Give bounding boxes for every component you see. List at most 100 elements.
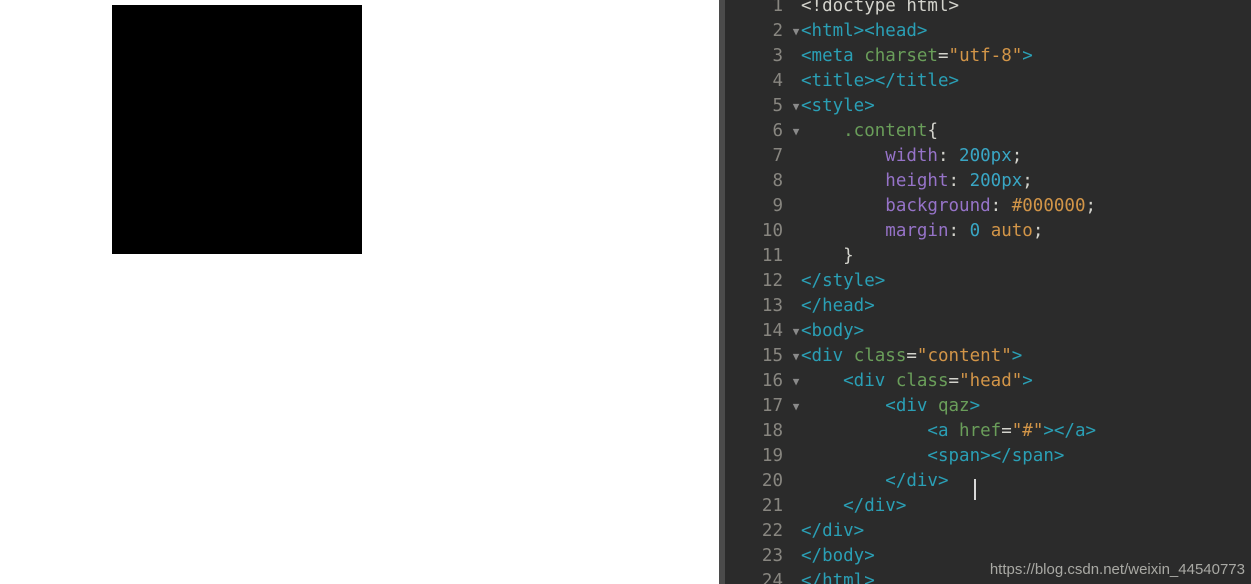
code-token: </style> bbox=[801, 271, 886, 291]
code-line[interactable]: <a href="#"></a> bbox=[801, 419, 1096, 444]
code-line[interactable]: <body> bbox=[801, 319, 864, 344]
code-token: = bbox=[906, 346, 917, 366]
code-token: "utf-8" bbox=[948, 46, 1023, 66]
code-token: ; bbox=[1022, 171, 1033, 191]
code-line[interactable]: </head> bbox=[801, 294, 875, 319]
code-line[interactable]: </style> bbox=[801, 269, 885, 294]
code-token: ; bbox=[1011, 146, 1023, 166]
code-token: margin bbox=[801, 221, 949, 241]
code-token: "content" bbox=[916, 346, 1012, 366]
code-line[interactable]: width: 200px; bbox=[801, 144, 1022, 169]
code-token: 200px bbox=[959, 146, 1012, 166]
code-token: </div> bbox=[801, 521, 865, 541]
code-line[interactable]: <style> bbox=[801, 94, 875, 119]
code-token: = bbox=[1001, 421, 1012, 441]
line-number: 7 bbox=[772, 146, 783, 166]
code-token: 0 bbox=[969, 221, 981, 241]
code-line[interactable]: <div class="head"> bbox=[801, 369, 1033, 394]
code-token: class bbox=[895, 371, 949, 391]
code-line[interactable]: background: #000000; bbox=[801, 194, 1096, 219]
editor-gutter: 1 2 ▼ 3 4 5 ▼ 6 ▼ 7 8 9 10 11 12 13 14 ▼ 15 ▼ 16 ▼ 17 ▼ 18 19 20 21… bbox=[725, 0, 801, 584]
line-number: 20 bbox=[761, 471, 783, 491]
code-token: <title></title> bbox=[801, 71, 960, 91]
line-number: 24 bbox=[761, 571, 783, 584]
line-number: 1 bbox=[772, 0, 783, 16]
line-number: 23 bbox=[761, 546, 783, 566]
line-number: 3 bbox=[772, 46, 783, 66]
code-line[interactable]: <div class="content"> bbox=[801, 344, 1022, 369]
code-token: > bbox=[1011, 346, 1023, 366]
code-line[interactable]: </div> bbox=[801, 519, 864, 544]
code-line[interactable]: <span></span> bbox=[801, 444, 1064, 469]
code-token: = bbox=[948, 371, 960, 391]
code-token: "#" bbox=[1011, 421, 1044, 441]
line-number: 21 bbox=[761, 496, 783, 516]
code-line[interactable]: margin: 0 auto; bbox=[801, 219, 1043, 244]
code-token: <div bbox=[801, 346, 854, 366]
code-content[interactable]: <!doctype html> <html><head> <meta charset… bbox=[801, 0, 1251, 584]
code-line[interactable]: } bbox=[801, 244, 854, 269]
code-token: </head> bbox=[801, 296, 875, 316]
code-token: ; bbox=[1085, 196, 1097, 216]
text-cursor bbox=[974, 479, 976, 500]
code-line[interactable]: <div qaz> bbox=[801, 394, 980, 419]
line-number: 4 bbox=[772, 71, 783, 91]
code-token: > bbox=[1022, 46, 1033, 66]
code-token: <div bbox=[801, 396, 938, 416]
code-token: background bbox=[801, 196, 991, 216]
code-line[interactable]: </div> bbox=[801, 494, 906, 519]
code-token: </body> bbox=[801, 546, 875, 566]
code-token: </html> bbox=[801, 571, 875, 584]
line-number: 19 bbox=[761, 446, 783, 466]
line-number: 16 bbox=[761, 371, 783, 391]
line-number: 5 bbox=[772, 96, 783, 116]
code-token: : bbox=[937, 146, 960, 166]
line-number: 2 bbox=[772, 21, 783, 41]
code-line[interactable]: height: 200px; bbox=[801, 169, 1033, 194]
code-token: { bbox=[927, 121, 938, 141]
code-line[interactable]: </html> bbox=[801, 569, 875, 584]
code-token: <div bbox=[801, 371, 896, 391]
watermark-text: https://blog.csdn.net/weixin_44540773 bbox=[989, 561, 1245, 578]
code-token: ; bbox=[1032, 221, 1044, 241]
line-number: 18 bbox=[761, 421, 783, 441]
code-token: href bbox=[959, 421, 1002, 441]
line-number: 10 bbox=[761, 221, 783, 241]
line-number: 22 bbox=[761, 521, 783, 541]
code-token: <span></span> bbox=[801, 446, 1065, 466]
code-token: qaz bbox=[937, 396, 970, 416]
line-number: 11 bbox=[761, 246, 783, 266]
code-token: width bbox=[801, 146, 938, 166]
code-token: <html><head> bbox=[801, 21, 928, 41]
code-token: = bbox=[937, 46, 949, 66]
code-token: auto bbox=[990, 221, 1033, 241]
rendered-page-preview bbox=[0, 0, 719, 584]
code-token: <meta bbox=[801, 46, 865, 66]
code-token: > bbox=[1022, 371, 1033, 391]
content-black-box bbox=[112, 5, 362, 254]
code-line[interactable]: <meta charset="utf-8"> bbox=[801, 44, 1033, 69]
line-number: 12 bbox=[761, 271, 783, 291]
line-number: 17 bbox=[761, 396, 783, 416]
code-token: <body> bbox=[801, 321, 865, 341]
code-token: "head" bbox=[959, 371, 1023, 391]
code-line[interactable]: .content{ bbox=[801, 119, 938, 144]
code-token: : bbox=[990, 196, 1012, 216]
code-token: <style> bbox=[801, 96, 875, 116]
code-line[interactable]: </div> bbox=[801, 469, 948, 494]
code-line[interactable]: <html><head> bbox=[801, 19, 927, 44]
code-token: : bbox=[948, 221, 970, 241]
code-token: : bbox=[948, 171, 970, 191]
code-token: </div> bbox=[801, 496, 907, 516]
code-line[interactable]: </body> bbox=[801, 544, 875, 569]
code-token: class bbox=[853, 346, 907, 366]
code-token: <!doctype html> bbox=[801, 0, 960, 16]
code-token: <a bbox=[801, 421, 960, 441]
code-token: > bbox=[969, 396, 981, 416]
code-line[interactable]: <!doctype html> bbox=[801, 0, 959, 19]
line-number: 9 bbox=[772, 196, 783, 216]
code-editor[interactable]: 1 2 ▼ 3 4 5 ▼ 6 ▼ 7 8 9 10 11 12 13 14 ▼ 15 ▼ 16 ▼ 17 ▼ 18 19 20 21… bbox=[719, 0, 1251, 584]
code-line[interactable]: <title></title> bbox=[801, 69, 959, 94]
code-token: ></a> bbox=[1043, 421, 1097, 441]
